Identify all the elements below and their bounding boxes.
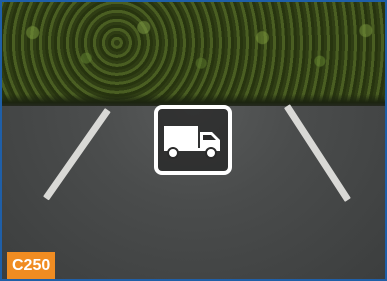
code-badge: C250 — [7, 252, 56, 279]
hedge-background — [2, 2, 385, 104]
truck-icon — [164, 126, 220, 159]
truck-sign — [154, 105, 232, 175]
parking-scene-card: C250 — [0, 0, 387, 281]
